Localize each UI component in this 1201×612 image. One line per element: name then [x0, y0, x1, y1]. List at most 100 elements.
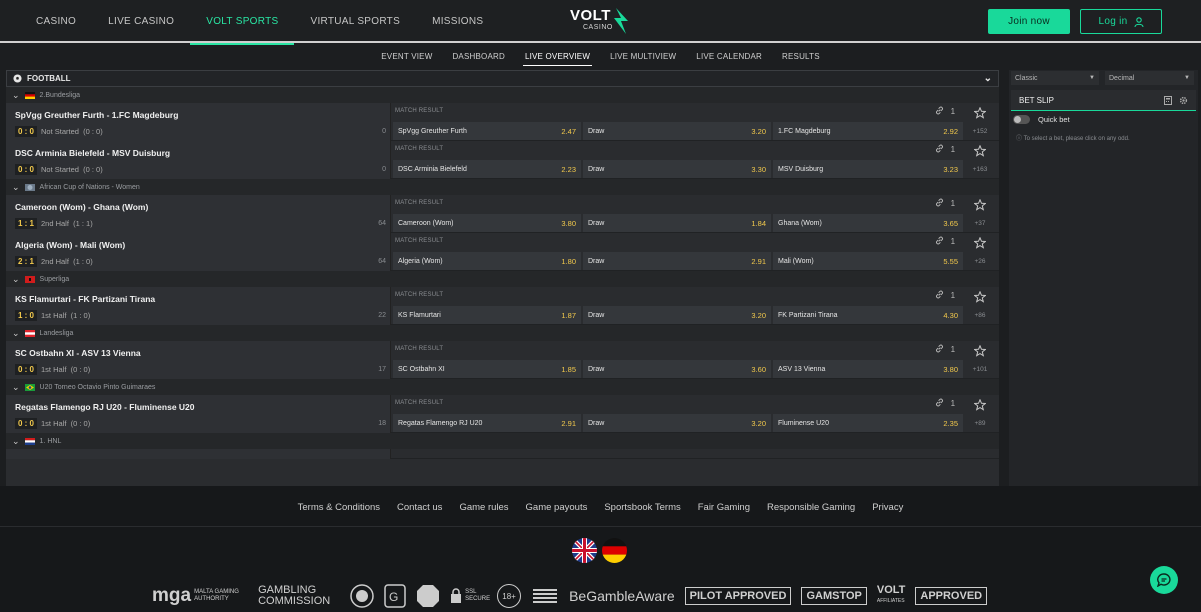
- uk-flag-icon[interactable]: [572, 538, 597, 563]
- odd-away-button[interactable]: ASV 13 Vienna 3.80: [773, 360, 963, 378]
- more-markets-link[interactable]: +163: [965, 160, 995, 178]
- more-markets-link[interactable]: +37: [965, 214, 995, 232]
- stats-link[interactable]: 1: [935, 236, 955, 246]
- match-name[interactable]: Regatas Flamengo RJ U20 - Fluminense U20: [15, 402, 195, 412]
- nav-item-volt-sports[interactable]: VOLT SPORTS: [190, 0, 295, 45]
- join-now-button[interactable]: Join now: [988, 9, 1070, 34]
- odd-draw-button[interactable]: Draw 3.20: [583, 122, 771, 140]
- odd-home-button[interactable]: KS Flamurtari 1.87: [393, 306, 581, 324]
- odd-draw-button[interactable]: Draw 3.20: [583, 414, 771, 432]
- footer-link-game-payouts[interactable]: Game payouts: [526, 502, 588, 513]
- match-info[interactable]: Cameroon (Wom) - Ghana (Wom) 1 : 1 2nd Hal…: [6, 195, 391, 233]
- match-info[interactable]: SC Ostbahn XI - ASV 13 Vienna 0 : 0 1st Ha…: [6, 341, 391, 379]
- odd-away-button[interactable]: 1.FC Magdeburg 2.92: [773, 122, 963, 140]
- sport-header-football[interactable]: FOOTBALL ⌄: [6, 70, 999, 87]
- favorite-star-icon[interactable]: [965, 233, 995, 252]
- quick-bet-toggle[interactable]: [1013, 115, 1030, 124]
- volt-casino-logo[interactable]: VOLT CASINO: [568, 7, 632, 35]
- odd-draw-button[interactable]: Draw 1.84: [583, 214, 771, 232]
- odd-home-button[interactable]: SC Ostbahn XI 1.85: [393, 360, 581, 378]
- stats-link[interactable]: 1: [935, 198, 955, 208]
- calculator-icon[interactable]: [1164, 95, 1172, 105]
- stats-link[interactable]: 1: [935, 106, 955, 116]
- germany-flag-icon[interactable]: [602, 538, 627, 563]
- more-markets-link[interactable]: +89: [965, 414, 995, 432]
- stats-link[interactable]: 1: [935, 290, 955, 300]
- more-markets-link[interactable]: +101: [965, 360, 995, 378]
- odd-draw-button[interactable]: Draw 3.30: [583, 160, 771, 178]
- stats-link[interactable]: 1: [935, 344, 955, 354]
- odds-format-select[interactable]: Decimal ▼: [1105, 71, 1194, 85]
- favorite-star-icon[interactable]: [965, 341, 995, 360]
- match-info[interactable]: [6, 449, 391, 459]
- league-header[interactable]: ⌄ U20 Torneo Octavio Pinto Guimaraes: [6, 379, 999, 395]
- match-name[interactable]: SC Ostbahn XI - ASV 13 Vienna: [15, 348, 141, 358]
- stats-link[interactable]: 1: [935, 144, 955, 154]
- footer-link-fair-gaming[interactable]: Fair Gaming: [698, 502, 750, 513]
- league-header[interactable]: ⌄ Landesliga: [6, 325, 999, 341]
- nav-item-virtual-sports[interactable]: VIRTUAL SPORTS: [294, 0, 416, 43]
- login-button[interactable]: Log in: [1080, 9, 1162, 34]
- chevron-down-icon[interactable]: ⌄: [12, 274, 20, 285]
- chevron-down-icon[interactable]: ⌄: [12, 382, 20, 393]
- favorite-star-icon[interactable]: [965, 141, 995, 160]
- favorite-star-icon[interactable]: [965, 103, 995, 122]
- odd-home-button[interactable]: DSC Arminia Bielefeld 2.23: [393, 160, 581, 178]
- match-name[interactable]: KS Flamurtari - FK Partizani Tirana: [15, 294, 155, 304]
- match-name[interactable]: Cameroon (Wom) - Ghana (Wom): [15, 202, 148, 212]
- footer-link-responsible-gaming[interactable]: Responsible Gaming: [767, 502, 855, 513]
- odd-away-button[interactable]: Ghana (Wom) 3.65: [773, 214, 963, 232]
- match-name[interactable]: DSC Arminia Bielefeld - MSV Duisburg: [15, 148, 170, 158]
- odd-away-button[interactable]: Fluminense U20 2.35: [773, 414, 963, 432]
- odd-draw-button[interactable]: Draw 2.91: [583, 252, 771, 270]
- match-info[interactable]: Algeria (Wom) - Mali (Wom) 2 : 1 2nd Half …: [6, 233, 391, 271]
- nav-item-casino[interactable]: CASINO: [20, 0, 92, 43]
- favorite-star-icon[interactable]: [965, 287, 995, 306]
- favorite-star-icon[interactable]: [965, 395, 995, 414]
- match-info[interactable]: KS Flamurtari - FK Partizani Tirana 1 : 0…: [6, 287, 391, 325]
- league-header[interactable]: ⌄ Superliga: [6, 271, 999, 287]
- footer-link-sportsbook-terms[interactable]: Sportsbook Terms: [604, 502, 680, 513]
- stats-link[interactable]: 1: [935, 398, 955, 408]
- more-markets-link[interactable]: +26: [965, 252, 995, 270]
- chevron-down-icon[interactable]: ⌄: [12, 328, 20, 339]
- nav-item-live-casino[interactable]: LIVE CASINO: [92, 0, 190, 43]
- more-markets-link[interactable]: +152: [965, 122, 995, 140]
- tab-live-calendar[interactable]: LIVE CALENDAR: [686, 45, 772, 67]
- odd-home-button[interactable]: Algeria (Wom) 1.80: [393, 252, 581, 270]
- gear-icon[interactable]: [1179, 96, 1188, 105]
- view-select[interactable]: Classic ▼: [1011, 71, 1099, 85]
- more-markets-link[interactable]: +86: [965, 306, 995, 324]
- odd-home-button[interactable]: Regatas Flamengo RJ U20 2.91: [393, 414, 581, 432]
- league-header[interactable]: ⌄ African Cup of Nations - Women: [6, 179, 999, 195]
- footer-link-privacy[interactable]: Privacy: [872, 502, 903, 513]
- odd-draw-button[interactable]: Draw 3.20: [583, 306, 771, 324]
- tab-live-multiview[interactable]: LIVE MULTIVIEW: [600, 45, 686, 67]
- league-header[interactable]: ⌄ 1. HNL: [6, 433, 999, 449]
- match-name[interactable]: SpVgg Greuther Furth - 1.FC Magdeburg: [15, 110, 178, 120]
- footer-link-game-rules[interactable]: Game rules: [459, 502, 508, 513]
- match-info[interactable]: Regatas Flamengo RJ U20 - Fluminense U20…: [6, 395, 391, 433]
- chevron-down-icon[interactable]: ⌄: [984, 73, 992, 84]
- odd-away-button[interactable]: MSV Duisburg 3.23: [773, 160, 963, 178]
- tab-results[interactable]: RESULTS: [772, 45, 830, 67]
- favorite-star-icon[interactable]: [965, 195, 995, 214]
- nav-item-missions[interactable]: MISSIONS: [416, 0, 499, 43]
- odd-draw-button[interactable]: Draw 3.60: [583, 360, 771, 378]
- tab-event-view[interactable]: EVENT VIEW: [371, 45, 442, 67]
- betslip-header[interactable]: BET SLIP: [1011, 90, 1196, 111]
- footer-link-terms-conditions[interactable]: Terms & Conditions: [298, 502, 380, 513]
- tab-dashboard[interactable]: DASHBOARD: [442, 45, 514, 67]
- chat-button[interactable]: [1150, 566, 1178, 594]
- odd-home-button[interactable]: Cameroon (Wom) 3.80: [393, 214, 581, 232]
- odd-home-button[interactable]: SpVgg Greuther Furth 2.47: [393, 122, 581, 140]
- tab-live-overview[interactable]: LIVE OVERVIEW: [515, 45, 600, 67]
- match-info[interactable]: DSC Arminia Bielefeld - MSV Duisburg 0 : …: [6, 141, 391, 179]
- chevron-down-icon[interactable]: ⌄: [12, 182, 20, 193]
- chevron-down-icon[interactable]: ⌄: [12, 90, 20, 101]
- odd-away-button[interactable]: FK Partizani Tirana 4.30: [773, 306, 963, 324]
- match-name[interactable]: Algeria (Wom) - Mali (Wom): [15, 240, 125, 250]
- footer-link-contact-us[interactable]: Contact us: [397, 502, 442, 513]
- match-info[interactable]: SpVgg Greuther Furth - 1.FC Magdeburg 0 :…: [6, 103, 391, 141]
- league-header[interactable]: ⌄ 2.Bundesliga: [6, 87, 999, 103]
